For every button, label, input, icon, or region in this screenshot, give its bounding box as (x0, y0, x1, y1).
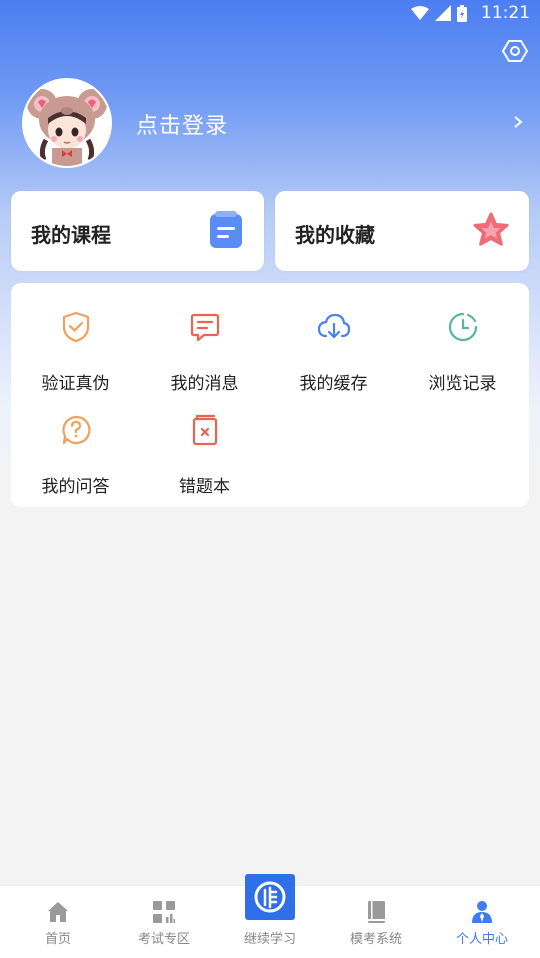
grid-item-cache[interactable]: 我的缓存 (269, 283, 398, 394)
nav-label: 首页 (44, 932, 71, 947)
feature-grid: 验证真伪 我的消息 我的缓存 浏览记录 我的问答 错题本 (11, 283, 529, 507)
nav-label: 个人中心 (455, 932, 508, 947)
my-favorites-label: 我的收藏 (295, 223, 375, 247)
grid-item-wrong-book[interactable]: 错题本 (140, 386, 269, 497)
cloud-download-icon (317, 313, 351, 339)
settings-icon (501, 40, 529, 62)
shield-check-icon (62, 311, 90, 343)
clock-icon (448, 312, 478, 342)
grid-label: 我的缓存 (299, 374, 368, 394)
nav-label: 考试专区 (137, 932, 190, 947)
settings-button[interactable] (501, 38, 529, 64)
my-courses-label: 我的课程 (31, 223, 111, 247)
chevron-right-icon (514, 116, 523, 128)
status-time: 11:21 (481, 3, 530, 23)
book-icon (368, 901, 385, 923)
nav-item-exam[interactable]: 考试专区 (110, 886, 218, 958)
grid-item-verify[interactable]: 验证真伪 (11, 283, 140, 394)
grid-label: 错题本 (179, 477, 230, 497)
question-icon (62, 415, 91, 445)
star-icon (473, 212, 509, 246)
grid-icon (153, 901, 175, 923)
signal-icon (435, 5, 451, 21)
bottom-nav: 首页 考试专区 继续学习 模考系统 个人中心 (0, 874, 540, 958)
nav-label: 继续学习 (243, 932, 296, 947)
course-clipboard-icon (210, 211, 242, 248)
my-courses-card[interactable]: 我的课程 (11, 191, 264, 271)
wifi-icon (411, 6, 429, 20)
avatar-illustration (24, 80, 110, 166)
status-bar: 11:21 (0, 0, 540, 28)
nav-item-mock-exam[interactable]: 模考系统 (322, 886, 430, 958)
wrong-book-icon (192, 414, 218, 446)
grid-item-qa[interactable]: 我的问答 (11, 386, 140, 497)
profile-login-row[interactable]: 点击登录 (22, 78, 527, 168)
avatar[interactable] (22, 78, 112, 168)
nav-item-study[interactable]: 继续学习 (216, 874, 324, 958)
battery-icon (457, 4, 467, 22)
person-icon (472, 901, 492, 923)
nav-item-home[interactable]: 首页 (4, 886, 112, 958)
study-icon (245, 874, 295, 920)
grid-label: 我的问答 (41, 477, 110, 497)
my-favorites-card[interactable]: 我的收藏 (275, 191, 529, 271)
nav-item-profile[interactable]: 个人中心 (428, 886, 536, 958)
grid-label: 浏览记录 (428, 374, 497, 394)
nav-label: 模考系统 (349, 932, 402, 947)
grid-item-messages[interactable]: 我的消息 (140, 283, 269, 394)
home-icon (48, 902, 68, 922)
login-label[interactable]: 点击登录 (136, 108, 228, 140)
message-icon (190, 313, 220, 342)
grid-item-history[interactable]: 浏览记录 (398, 283, 527, 394)
